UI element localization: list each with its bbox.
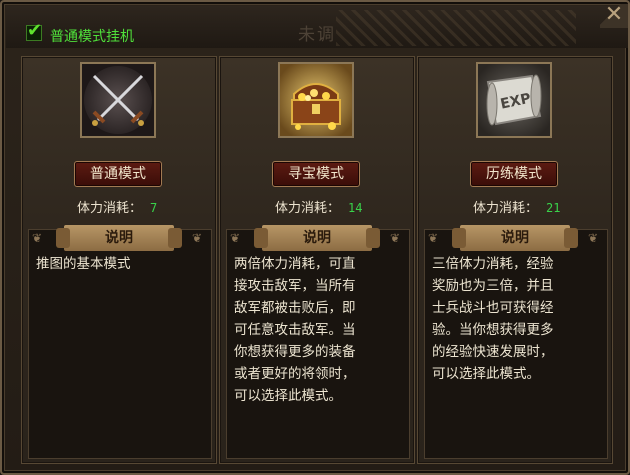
stamina-value: 14	[348, 201, 363, 215]
title-ornament	[336, 10, 576, 46]
stamina-cost: 体力消耗： 14	[275, 197, 362, 216]
mode-panel-normal: 普通模式 体力消耗： 7 ❦ ❦ 说明 推图的基本模式	[21, 56, 217, 464]
stamina-label: 体力消耗：	[275, 201, 341, 216]
corner-ornament-icon: ❦	[390, 231, 401, 245]
stamina-value: 21	[546, 201, 561, 215]
exp-scroll-icon: EXP	[476, 62, 552, 138]
crossed-swords-icon	[80, 62, 156, 138]
treasure-mode-button[interactable]: 寻宝模式	[272, 161, 360, 187]
normal-mode-button[interactable]: 普通模式	[74, 161, 162, 187]
stamina-cost: 体力消耗： 21	[473, 197, 560, 216]
corner-ornament-icon: ❦	[192, 231, 203, 245]
mode-panel-treasure: 寻宝模式 体力消耗： 14 ❦ ❦ 说明 两倍体力消耗，可直 接攻击敌军，当所有 …	[219, 56, 415, 464]
title-bar: 未调 ✔ 普通模式挂机	[6, 6, 628, 48]
corner-ornament-icon: ❦	[230, 231, 241, 245]
checkbox-label[interactable]: 普通模式挂机	[50, 26, 134, 46]
description-text: 推图的基本模式	[36, 256, 131, 272]
description-text: 两倍体力消耗，可直 接攻击敌军，当所有 敌军都被击败后，即 可任意攻击敌军。当 …	[234, 256, 356, 404]
checkmark-icon: ✔	[27, 20, 43, 41]
description-title: 说明	[105, 230, 133, 246]
mode-panel-training: EXP 历练模式 体力消耗： 21 ❦ ❦ 说明 三倍体力消耗，经验 奖励也为三倍…	[417, 56, 613, 464]
description-title-scroll: 说明	[254, 225, 380, 251]
close-icon: ✕	[604, 2, 624, 27]
corner-ornament-icon: ❦	[32, 231, 43, 245]
normal-mode-hangup-checkbox[interactable]: ✔	[26, 20, 42, 41]
corner-ornament-icon: ❦	[428, 231, 439, 245]
stamina-value: 7	[150, 201, 158, 215]
description-title-scroll: 说明	[56, 225, 182, 251]
description-title-scroll: 说明	[452, 225, 578, 251]
stamina-label: 体力消耗：	[473, 201, 539, 216]
description-text: 三倍体力消耗，经验 奖励也为三倍，并且 士兵战斗也可获得经 验。当你想获得更多 …	[432, 256, 554, 382]
description-title: 说明	[303, 230, 331, 246]
faded-title: 未调	[298, 25, 336, 45]
training-mode-button[interactable]: 历练模式	[470, 161, 558, 187]
corner-ornament-icon: ❦	[588, 231, 599, 245]
treasure-chest-icon	[278, 62, 354, 138]
stamina-label: 体力消耗：	[77, 201, 143, 216]
stamina-cost: 体力消耗： 7	[77, 197, 157, 216]
hangup-mode-dialog: 未调 ✔ 普通模式挂机 ✕ 普通模式 体力消耗： 7 ❦ ❦ 说明 推图的基本模式	[0, 0, 630, 475]
description-title: 说明	[501, 230, 529, 246]
close-button[interactable]: ✕	[600, 4, 628, 28]
